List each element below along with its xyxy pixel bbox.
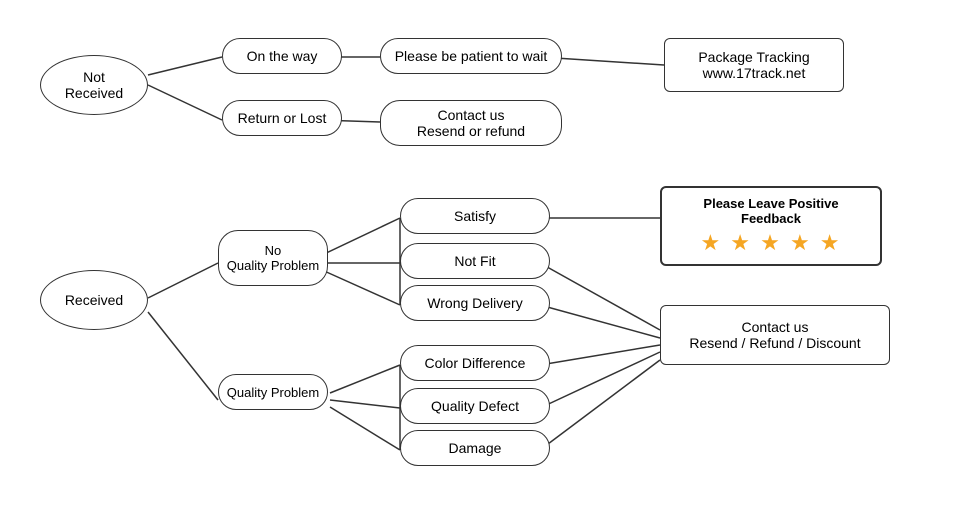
damage-node: Damage — [400, 430, 550, 466]
contact-resend-refund-label: Contact us Resend or refund — [417, 107, 525, 139]
received-label: Received — [65, 292, 123, 308]
color-difference-node: Color Difference — [400, 345, 550, 381]
not-fit-label: Not Fit — [454, 253, 495, 269]
no-quality-problem-node: No Quality Problem — [218, 230, 328, 286]
on-the-way-node: On the way — [222, 38, 342, 74]
color-difference-label: Color Difference — [425, 355, 526, 371]
contact-resend-refund-discount-label: Contact us Resend / Refund / Discount — [689, 319, 860, 351]
quality-defect-node: Quality Defect — [400, 388, 550, 424]
damage-label: Damage — [449, 440, 502, 456]
not-received-label: Not Received — [65, 69, 123, 101]
positive-feedback-label: Please Leave Positive Feedback — [674, 196, 868, 226]
package-tracking-node: Package Tracking www.17track.net — [664, 38, 844, 92]
on-the-way-label: On the way — [247, 48, 318, 64]
contact-resend-refund-node: Contact us Resend or refund — [380, 100, 562, 146]
return-or-lost-label: Return or Lost — [238, 110, 327, 126]
return-or-lost-node: Return or Lost — [222, 100, 342, 136]
wrong-delivery-label: Wrong Delivery — [427, 295, 522, 311]
no-quality-problem-label: No Quality Problem — [227, 243, 319, 273]
satisfy-node: Satisfy — [400, 198, 550, 234]
contact-resend-refund-discount-node: Contact us Resend / Refund / Discount — [660, 305, 890, 365]
satisfy-label: Satisfy — [454, 208, 496, 224]
positive-feedback-box: Please Leave Positive Feedback ★ ★ ★ ★ ★ — [660, 186, 882, 266]
stars-display: ★ ★ ★ ★ ★ — [674, 230, 868, 256]
diagram: Not Received On the way Return or Lost P… — [0, 0, 960, 513]
not-received-node: Not Received — [40, 55, 148, 115]
patient-node: Please be patient to wait — [380, 38, 562, 74]
patient-label: Please be patient to wait — [395, 48, 548, 64]
quality-problem-node: Quality Problem — [218, 374, 328, 410]
quality-defect-label: Quality Defect — [431, 398, 519, 414]
not-fit-node: Not Fit — [400, 243, 550, 279]
received-node: Received — [40, 270, 148, 330]
package-tracking-label: Package Tracking www.17track.net — [698, 49, 809, 81]
quality-problem-label: Quality Problem — [227, 385, 319, 400]
wrong-delivery-node: Wrong Delivery — [400, 285, 550, 321]
